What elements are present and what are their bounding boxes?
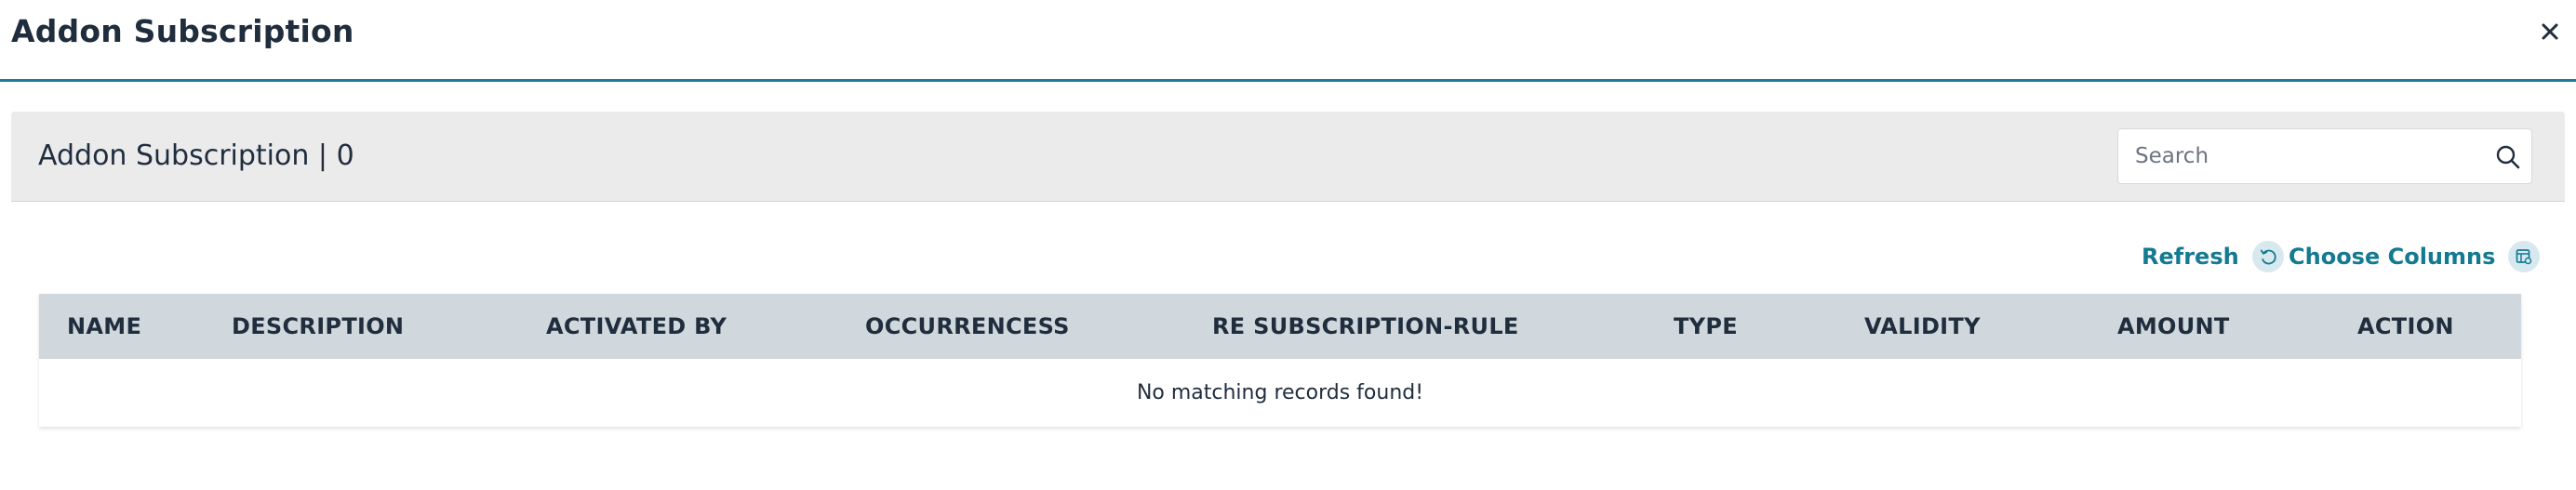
search-icon[interactable] [2494, 143, 2522, 171]
column-header-name[interactable]: NAME [67, 313, 141, 339]
search-input[interactable] [2118, 129, 2481, 183]
empty-table-message: No matching records found! [1136, 381, 1424, 404]
refresh-icon [2260, 249, 2276, 265]
choose-columns-label: Choose Columns [2289, 244, 2496, 270]
column-header-validity[interactable]: VALIDITY [1864, 313, 1981, 339]
column-header-re-subscription-rule[interactable]: RE SUBSCRIPTION-RULE [1212, 313, 1519, 339]
search-box [2117, 128, 2532, 184]
column-header-activated-by[interactable]: ACTIVATED BY [546, 313, 727, 339]
panel-header: Addon Subscription | 0 [11, 112, 2565, 202]
refresh-icon-badge [2251, 241, 2284, 272]
panel-title: Addon Subscription | 0 [38, 139, 354, 172]
columns-icon-badge [2508, 241, 2541, 272]
table-header: NAME DESCRIPTION ACTIVATED BY OCCURRENCE… [39, 294, 2521, 359]
choose-columns-button[interactable]: Choose Columns [2289, 240, 2541, 273]
modal-header: Addon Subscription [0, 0, 2576, 82]
close-button[interactable] [2535, 17, 2565, 46]
close-icon [2542, 23, 2558, 40]
columns-icon [2516, 249, 2532, 265]
column-header-description[interactable]: DESCRIPTION [232, 313, 404, 339]
column-header-action[interactable]: ACTION [2357, 313, 2454, 339]
column-header-occurrencess[interactable]: OCCURRENCESS [865, 313, 1070, 339]
column-header-type[interactable]: TYPE [1674, 313, 1738, 339]
modal-title: Addon Subscription [11, 13, 354, 49]
refresh-button[interactable]: Refresh [2142, 240, 2284, 273]
refresh-label: Refresh [2142, 244, 2239, 270]
column-header-amount[interactable]: AMOUNT [2117, 313, 2230, 339]
addon-subscription-table: NAME DESCRIPTION ACTIVATED BY OCCURRENCE… [39, 294, 2521, 427]
